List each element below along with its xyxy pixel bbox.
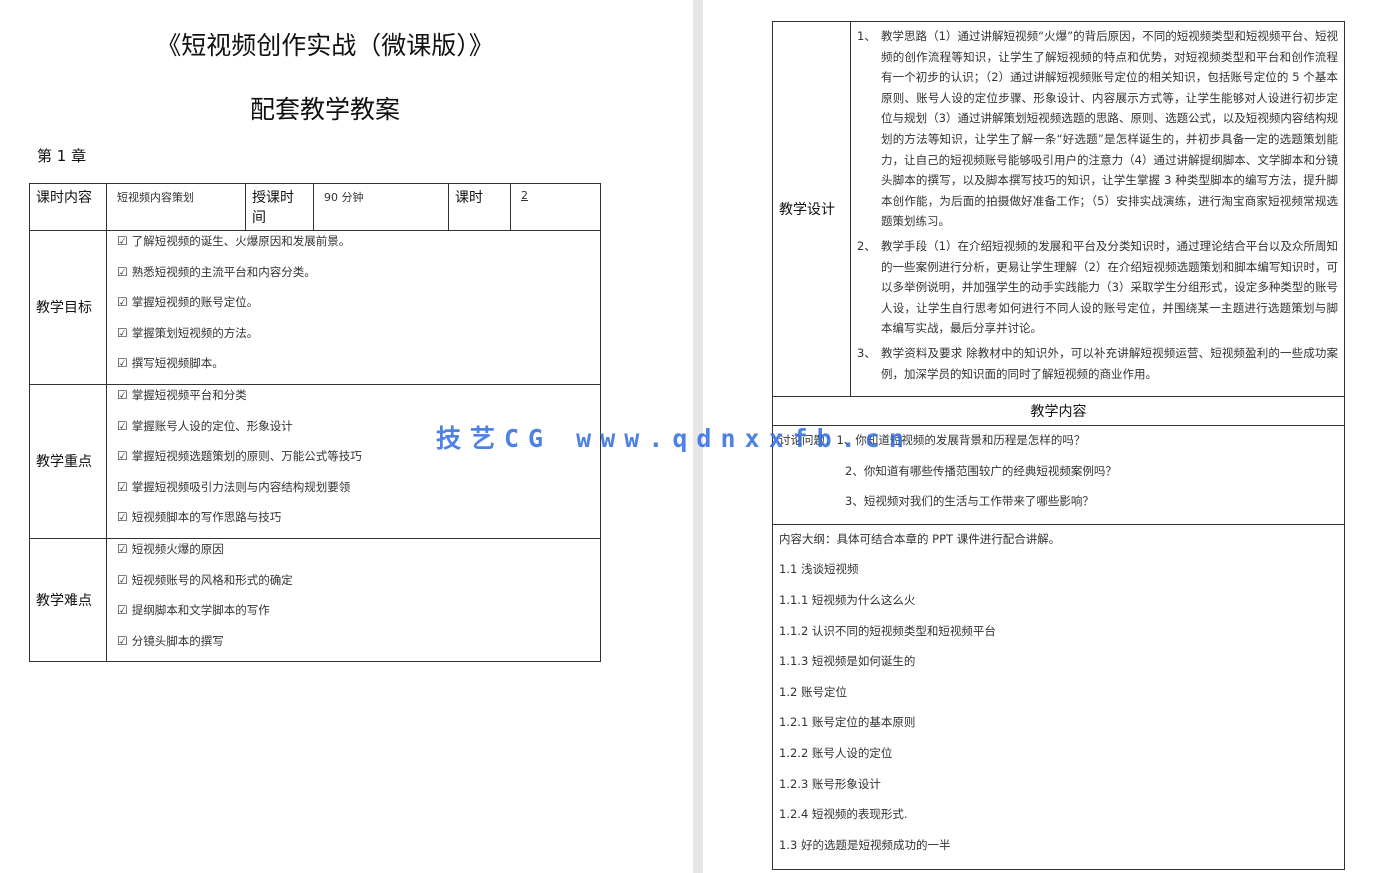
list-item: ☑ 分镜头脚本的撰写 — [117, 633, 224, 648]
hours-value: 2 — [521, 189, 528, 202]
content-label: 课时内容 — [36, 190, 92, 206]
list-item: 1.2.2 账号人设的定位 — [779, 746, 893, 761]
goals-list: ☑ 了解短视频的诞生、火爆原因和发展前景。 ☑ 熟悉短视频的主流平台和内容分类。 ☑… — [106, 230, 601, 385]
checkbox-icon: ☑ — [117, 387, 128, 402]
checkbox-icon: ☑ — [117, 418, 128, 433]
hours-label: 课时 — [455, 190, 483, 206]
difficulties-list: ☑ 短视频火爆的原因 ☑ 短视频账号的风格和形式的确定 ☑ 提纲脚本和文学脚本的写作 … — [106, 537, 601, 663]
key-points-label: 教学重点 — [29, 383, 107, 539]
content-value-cell: 短视频内容策划 — [106, 183, 246, 231]
outline-row: 内容大纲：具体可结合本章的 PPT 课件进行配合讲解。 1.1 浅谈短视频 1.… — [772, 523, 1345, 871]
list-item: 1.1 浅谈短视频 — [779, 562, 859, 577]
checkbox-icon: ☑ — [117, 479, 128, 494]
time-value: 90 分钟 — [324, 191, 364, 204]
checkbox-icon: ☑ — [117, 356, 128, 371]
checkbox-icon: ☑ — [117, 510, 128, 525]
list-item: 3、短视频对我们的生活与工作带来了哪些影响？ — [845, 494, 1094, 509]
list-item: 1.1.3 短视频是如何诞生的 — [779, 654, 916, 669]
checkbox-icon: ☑ — [117, 603, 128, 618]
list-item: ☑ 短视频火爆的原因 — [117, 541, 224, 556]
checkbox-icon: ☑ — [117, 264, 128, 279]
watermark: 技艺CG www.qdnxxfb.cn — [436, 424, 913, 453]
key-points-row: 教学重点 ☑ 掌握短视频平台和分类 ☑ 掌握账号人设的定位、形象设计 ☑ 掌握短视频选… — [29, 383, 601, 539]
goals-row: 教学目标 ☑ 了解短视频的诞生、火爆原因和发展前景。 ☑ 熟悉短视频的主流平台和内容… — [29, 230, 601, 385]
list-item: 1.2 账号定位 — [779, 684, 847, 699]
time-value-cell: 90 分钟 — [313, 183, 449, 231]
list-item: ☑ 短视频脚本的写作思路与技巧 — [117, 510, 282, 525]
checkbox-icon: ☑ — [117, 234, 128, 248]
list-item: 1.2.3 账号形象设计 — [779, 776, 881, 791]
list-item: 1.3 好的选题是短视频成功的一半 — [779, 837, 951, 852]
design-label: 教学设计 — [772, 20, 851, 398]
checkbox-icon: ☑ — [117, 572, 128, 587]
outline-intro: 内容大纲：具体可结合本章的 PPT 课件进行配合讲解。 — [779, 531, 1061, 546]
chapter-heading: 第 1 章 — [37, 147, 87, 165]
hours-label-cell: 课时 — [448, 183, 511, 231]
list-item: 1.2.4 短视频的表现形式. — [779, 807, 908, 822]
list-item: ☑ 掌握短视频吸引力法则与内容结构规划要领 — [117, 479, 351, 494]
list-item: ☑ 提纲脚本和文学脚本的写作 — [117, 603, 270, 618]
list-item: 1.2.1 账号定位的基本原则 — [779, 715, 916, 730]
difficulties-label: 教学难点 — [29, 537, 107, 663]
key-points-list: ☑ 掌握短视频平台和分类 ☑ 掌握账号人设的定位、形象设计 ☑ 掌握短视频选题策划的原… — [106, 383, 601, 539]
list-item: 1.1.2 认识不同的短视频类型和短视频平台 — [779, 623, 996, 638]
design-paragraph: 2、 教学手段（1）在介绍短视频的发展和平台及分类知识时，通过理论结合平台以及众所… — [857, 238, 1338, 336]
document-title: 《短视频创作实战（微课版）》 — [156, 31, 494, 60]
list-item: ☑ 撰写短视频脚本。 — [117, 356, 224, 371]
time-label: 授课时间 — [252, 190, 294, 226]
goals-label: 教学目标 — [29, 230, 107, 385]
design-paragraph: 3、 教学资料及要求 除教材中的知识外，可以补充讲解短视频运营、短视频盈利的一些成… — [857, 345, 1338, 381]
list-item: 1.1.1 短视频为什么这么火 — [779, 593, 916, 608]
list-item: ☑ 掌握短视频平台和分类 — [117, 387, 247, 402]
checkbox-icon: ☑ — [117, 541, 128, 556]
time-label-cell: 授课时间 — [245, 183, 314, 231]
hours-value-cell: 2 — [510, 183, 601, 231]
design-row: 教学设计 1、 教学思路（1）通过讲解短视频“火爆”的背后原因，不同的短视频类型和… — [772, 20, 1345, 398]
difficulties-row: 教学难点 ☑ 短视频火爆的原因 ☑ 短视频账号的风格和形式的确定 ☑ 提纲脚本和文学脚… — [29, 537, 601, 663]
list-item: ☑ 了解短视频的诞生、火爆原因和发展前景。 — [117, 234, 351, 248]
design-paragraph: 1、 教学思路（1）通过讲解短视频“火爆”的背后原因，不同的短视频类型和短视频平台… — [857, 29, 1338, 229]
list-item: ☑ 掌握短视频的账号定位。 — [117, 295, 259, 310]
list-item: ☑ 掌握策划短视频的方法。 — [117, 325, 259, 340]
content-label-cell: 课时内容 — [29, 183, 107, 231]
design-body: 1、 教学思路（1）通过讲解短视频“火爆”的背后原因，不同的短视频类型和短视频平台… — [850, 20, 1345, 398]
list-item: 2、你知道有哪些传播范围较广的经典短视频案例吗？ — [845, 463, 1117, 478]
header-row: 课时内容 短视频内容策划 授课时间 90 分钟 课时 2 — [29, 183, 601, 231]
checkbox-icon: ☑ — [117, 325, 128, 340]
list-item: ☑ 短视频账号的风格和形式的确定 — [117, 572, 293, 587]
document-subtitle: 配套教学教案 — [249, 95, 400, 124]
checkbox-icon: ☑ — [117, 449, 128, 464]
list-item: ☑ 熟悉短视频的主流平台和内容分类。 — [117, 264, 316, 279]
outline-block: 内容大纲：具体可结合本章的 PPT 课件进行配合讲解。 1.1 浅谈短视频 1.… — [772, 523, 1345, 871]
checkbox-icon: ☑ — [117, 295, 128, 310]
content-value: 短视频内容策划 — [117, 191, 194, 204]
checkbox-icon: ☑ — [117, 633, 128, 648]
